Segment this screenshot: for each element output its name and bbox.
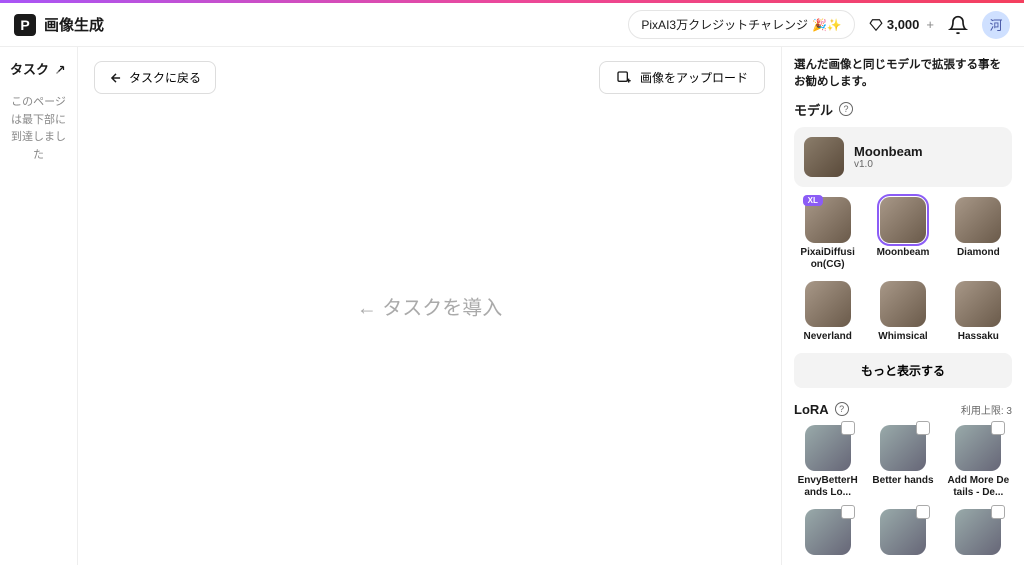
- challenge-text: PixAI3万クレジットチャレンジ: [641, 16, 808, 33]
- header-right: PixAI3万クレジットチャレンジ 🎉✨ 3,000 + 河: [628, 10, 1010, 39]
- center-hint-text: ← タスクを導入: [357, 292, 503, 321]
- featured-model-info: Moonbeam v1.0: [854, 144, 923, 170]
- right-panel: 選んだ画像と同じモデルで拡張する事をお勧めします。 モデル ? Moonbeam…: [782, 47, 1024, 565]
- show-more-button[interactable]: もっと表示する: [794, 353, 1012, 388]
- upload-image-button[interactable]: 画像をアップロード: [599, 61, 765, 94]
- checkbox-icon[interactable]: [916, 505, 930, 519]
- left-title-row: タスク: [8, 59, 69, 78]
- model-label: Moonbeam: [877, 247, 930, 259]
- upload-button-label: 画像をアップロード: [640, 69, 748, 86]
- model-label: Whimsical: [878, 331, 927, 343]
- checkbox-icon[interactable]: [841, 421, 855, 435]
- help-icon[interactable]: ?: [835, 402, 849, 416]
- lora-title-row: LoRA ?: [794, 402, 849, 417]
- model-thumb: [955, 197, 1001, 243]
- sidebar-message: このページは最下部に到達しました: [8, 94, 69, 164]
- upload-image-icon: [616, 70, 632, 86]
- lora-item[interactable]: EnvyBetterHands Lo...: [794, 425, 861, 499]
- model-item-diamond[interactable]: Diamond: [945, 197, 1012, 271]
- model-thumb: XL: [805, 197, 851, 243]
- app-header: P 画像生成 PixAI3万クレジットチャレンジ 🎉✨ 3,000 + 河: [0, 3, 1024, 47]
- left-sidebar: タスク このページは最下部に到達しました: [0, 47, 78, 565]
- avatar[interactable]: 河: [982, 11, 1010, 39]
- right-panel-note: 選んだ画像と同じモデルで拡張する事をお勧めします。: [794, 57, 1012, 92]
- model-thumb: [805, 281, 851, 327]
- lora-label: Better hands: [872, 475, 933, 487]
- model-item-moonbeam[interactable]: Moonbeam: [869, 197, 936, 271]
- model-label: Hassaku: [958, 331, 999, 343]
- model-label: Diamond: [957, 247, 1000, 259]
- back-to-task-button[interactable]: タスクに戻る: [94, 61, 216, 94]
- checkbox-icon[interactable]: [991, 421, 1005, 435]
- model-grid: XL PixaiDiffusion(CG) Moonbeam Diamond N…: [794, 197, 1012, 343]
- lora-item[interactable]: Add More Details - De...: [945, 425, 1012, 499]
- model-section-title: モデル: [794, 100, 833, 119]
- bell-icon[interactable]: [948, 15, 968, 35]
- lora-item[interactable]: [794, 509, 861, 559]
- sidebar-title: タスク: [10, 59, 49, 78]
- model-item-pixaidiffusion[interactable]: XL PixaiDiffusion(CG): [794, 197, 861, 271]
- diamond-icon: [869, 18, 883, 32]
- lora-grid: EnvyBetterHands Lo... Better hands Add M…: [794, 425, 1012, 559]
- main-layout: タスク このページは最下部に到達しました タスクに戻る 画像をアップロード ← …: [0, 47, 1024, 565]
- lora-thumb: [955, 509, 1001, 555]
- model-item-hassaku[interactable]: Hassaku: [945, 281, 1012, 343]
- back-button-label: タスクに戻る: [129, 69, 201, 86]
- lora-thumb: [880, 425, 926, 471]
- model-item-whimsical[interactable]: Whimsical: [869, 281, 936, 343]
- featured-model-card[interactable]: Moonbeam v1.0: [794, 127, 1012, 187]
- challenge-pill[interactable]: PixAI3万クレジットチャレンジ 🎉✨: [628, 10, 854, 39]
- expand-icon[interactable]: [55, 63, 67, 75]
- lora-label: EnvyBetterHands Lo...: [796, 475, 860, 499]
- featured-model-version: v1.0: [854, 159, 923, 170]
- model-thumb: [880, 281, 926, 327]
- checkbox-icon[interactable]: [841, 505, 855, 519]
- lora-thumb: [805, 425, 851, 471]
- lora-thumb: [805, 509, 851, 555]
- credits-value: 3,000: [887, 17, 920, 32]
- header-left: P 画像生成: [14, 14, 104, 36]
- center-toolbar: タスクに戻る 画像をアップロード: [94, 61, 765, 94]
- lora-section-title: LoRA: [794, 402, 829, 417]
- xl-badge: XL: [803, 195, 823, 206]
- lora-item[interactable]: Better hands: [869, 425, 936, 499]
- checkbox-icon[interactable]: [991, 505, 1005, 519]
- model-label: Neverland: [803, 331, 851, 343]
- arrow-left-icon: [109, 71, 123, 85]
- credits-add-icon[interactable]: +: [926, 17, 934, 32]
- featured-model-thumb: [804, 137, 844, 177]
- checkbox-icon[interactable]: [916, 421, 930, 435]
- help-icon[interactable]: ?: [839, 102, 853, 116]
- model-section-header: モデル ?: [794, 100, 1012, 119]
- model-thumb: [880, 197, 926, 243]
- app-title: 画像生成: [44, 14, 104, 35]
- lora-thumb: [955, 425, 1001, 471]
- challenge-emoji-icon: 🎉✨: [812, 18, 842, 32]
- lora-item[interactable]: [869, 509, 936, 559]
- model-item-neverland[interactable]: Neverland: [794, 281, 861, 343]
- center-pane: タスクに戻る 画像をアップロード ← タスクを導入: [78, 47, 782, 565]
- logo-icon[interactable]: P: [14, 14, 36, 36]
- model-thumb: [955, 281, 1001, 327]
- credits-display[interactable]: 3,000 +: [869, 17, 934, 32]
- lora-section-header: LoRA ? 利用上限: 3: [794, 402, 1012, 417]
- lora-label: Add More Details - De...: [946, 475, 1010, 499]
- lora-limit-text: 利用上限: 3: [961, 402, 1012, 417]
- lora-item[interactable]: [945, 509, 1012, 559]
- lora-thumb: [880, 509, 926, 555]
- featured-model-name: Moonbeam: [854, 144, 923, 159]
- model-label: PixaiDiffusion(CG): [798, 247, 858, 271]
